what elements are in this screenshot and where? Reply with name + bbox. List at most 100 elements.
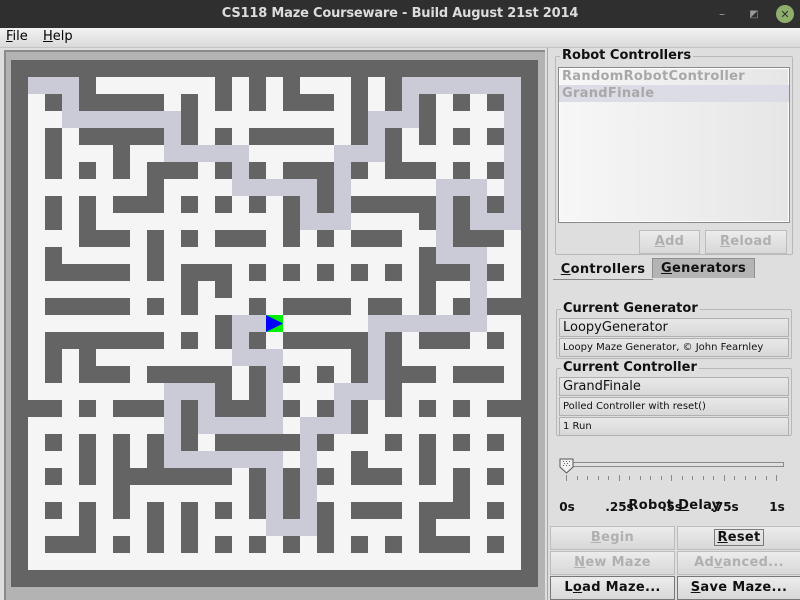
- maze-wall-cell: [521, 502, 538, 519]
- maze-path-cell: [62, 94, 79, 111]
- maze-wall-cell: [249, 536, 266, 553]
- maze-open-cell: [164, 196, 181, 213]
- maze-open-cell: [470, 417, 487, 434]
- maze-open-cell: [334, 519, 351, 536]
- maze-open-cell: [385, 213, 402, 230]
- maze-wall-cell: [317, 332, 334, 349]
- maze-open-cell: [62, 400, 79, 417]
- maze-open-cell: [130, 553, 147, 570]
- controller-description-field: Polled Controller with reset(): [559, 397, 789, 416]
- menu-file[interactable]: File: [6, 29, 28, 44]
- controller-list-item-selected[interactable]: GrandFinale: [559, 85, 789, 102]
- maze-wall-cell: [521, 128, 538, 145]
- maze-wall-cell: [198, 264, 215, 281]
- maze-path-cell: [249, 349, 266, 366]
- maze-open-cell: [113, 247, 130, 264]
- reset-button[interactable]: Reset: [677, 526, 800, 550]
- menu-help[interactable]: Help: [43, 29, 73, 44]
- maze-path-cell: [215, 451, 232, 468]
- maze-wall-cell: [470, 60, 487, 77]
- maze-wall-cell: [113, 434, 130, 451]
- maze-wall-cell: [521, 145, 538, 162]
- maze-open-cell: [334, 553, 351, 570]
- maze-wall-cell: [419, 502, 436, 519]
- maze-wall-cell: [249, 94, 266, 111]
- tab-generators[interactable]: Generators: [652, 258, 755, 278]
- maze-wall-cell: [45, 366, 62, 383]
- maze-wall-cell: [96, 128, 113, 145]
- maze-open-cell: [385, 485, 402, 502]
- tab-controllers[interactable]: Controllers: [553, 260, 653, 280]
- maze-wall-cell: [232, 230, 249, 247]
- maze-open-cell: [28, 349, 45, 366]
- maze-wall-cell: [147, 196, 164, 213]
- maze-open-cell: [198, 247, 215, 264]
- maze-open-cell: [198, 213, 215, 230]
- robot-delay-slider[interactable]: 0s .25s .5s .75s 1s: [558, 458, 785, 514]
- slider-thumb[interactable]: [559, 458, 574, 474]
- maze-wall-cell: [11, 162, 28, 179]
- add-button[interactable]: Add: [639, 230, 700, 254]
- maze-wall-cell: [487, 230, 504, 247]
- maze-open-cell: [164, 179, 181, 196]
- maze-wall-cell: [283, 128, 300, 145]
- maze-open-cell: [130, 485, 147, 502]
- maze-wall-cell: [436, 332, 453, 349]
- robot-controllers-title: Robot Controllers: [560, 48, 694, 64]
- maze-open-cell: [402, 298, 419, 315]
- maze-wall-cell: [351, 111, 368, 128]
- maze-open-cell: [45, 315, 62, 332]
- maze-open-cell: [181, 179, 198, 196]
- maze-wall-cell: [351, 230, 368, 247]
- maze-wall-cell: [521, 281, 538, 298]
- maze-open-cell: [164, 77, 181, 94]
- minimize-icon[interactable]: –: [713, 5, 731, 23]
- reload-button[interactable]: Reload: [705, 230, 787, 254]
- maze-path-cell: [266, 366, 283, 383]
- maze-open-cell: [130, 298, 147, 315]
- maze-path-cell: [266, 383, 283, 400]
- maze-open-cell: [317, 247, 334, 264]
- maze-path-cell: [470, 298, 487, 315]
- maze-open-cell: [164, 553, 181, 570]
- maze-path-cell: [436, 179, 453, 196]
- maze-wall-cell: [521, 468, 538, 485]
- controller-list-item[interactable]: RandomRobotController: [559, 68, 789, 85]
- advanced-button[interactable]: Advanced...: [677, 551, 800, 575]
- maze-open-cell: [96, 247, 113, 264]
- maze-wall-cell: [504, 570, 521, 587]
- maze-open-cell: [385, 247, 402, 264]
- maze-open-cell: [385, 519, 402, 536]
- maze-wall-cell: [419, 434, 436, 451]
- begin-button[interactable]: Begin: [550, 526, 675, 550]
- maze-open-cell: [164, 519, 181, 536]
- new-maze-button[interactable]: New Maze: [550, 551, 675, 575]
- maze-wall-cell: [453, 213, 470, 230]
- maze-open-cell: [436, 400, 453, 417]
- load-maze-button[interactable]: Load Maze...: [550, 576, 675, 600]
- maze-wall-cell: [317, 60, 334, 77]
- reload-mnemonic: R: [719, 234, 731, 249]
- maze-open-cell: [96, 434, 113, 451]
- maze-wall-cell: [283, 264, 300, 281]
- controller-list[interactable]: RandomRobotController GrandFinale: [558, 67, 790, 223]
- maze-path-cell: [385, 315, 402, 332]
- maze-open-cell: [79, 179, 96, 196]
- maze-open-cell: [317, 281, 334, 298]
- maximize-icon[interactable]: ◩: [745, 5, 763, 23]
- maze-wall-cell: [11, 196, 28, 213]
- maze-open-cell: [300, 230, 317, 247]
- maze-path-cell: [504, 77, 521, 94]
- maze-open-cell: [453, 519, 470, 536]
- maze-open-cell: [130, 315, 147, 332]
- maze-wall-cell: [11, 315, 28, 332]
- maze-path-cell: [385, 111, 402, 128]
- maze-open-cell: [198, 281, 215, 298]
- slider-track[interactable]: [566, 462, 784, 467]
- save-maze-button[interactable]: Save Maze...: [677, 576, 800, 600]
- maze-wall-cell: [11, 60, 28, 77]
- maze-open-cell: [334, 536, 351, 553]
- maze-path-cell: [300, 417, 317, 434]
- maze-open-cell: [164, 281, 181, 298]
- close-icon[interactable]: ✕: [776, 5, 794, 23]
